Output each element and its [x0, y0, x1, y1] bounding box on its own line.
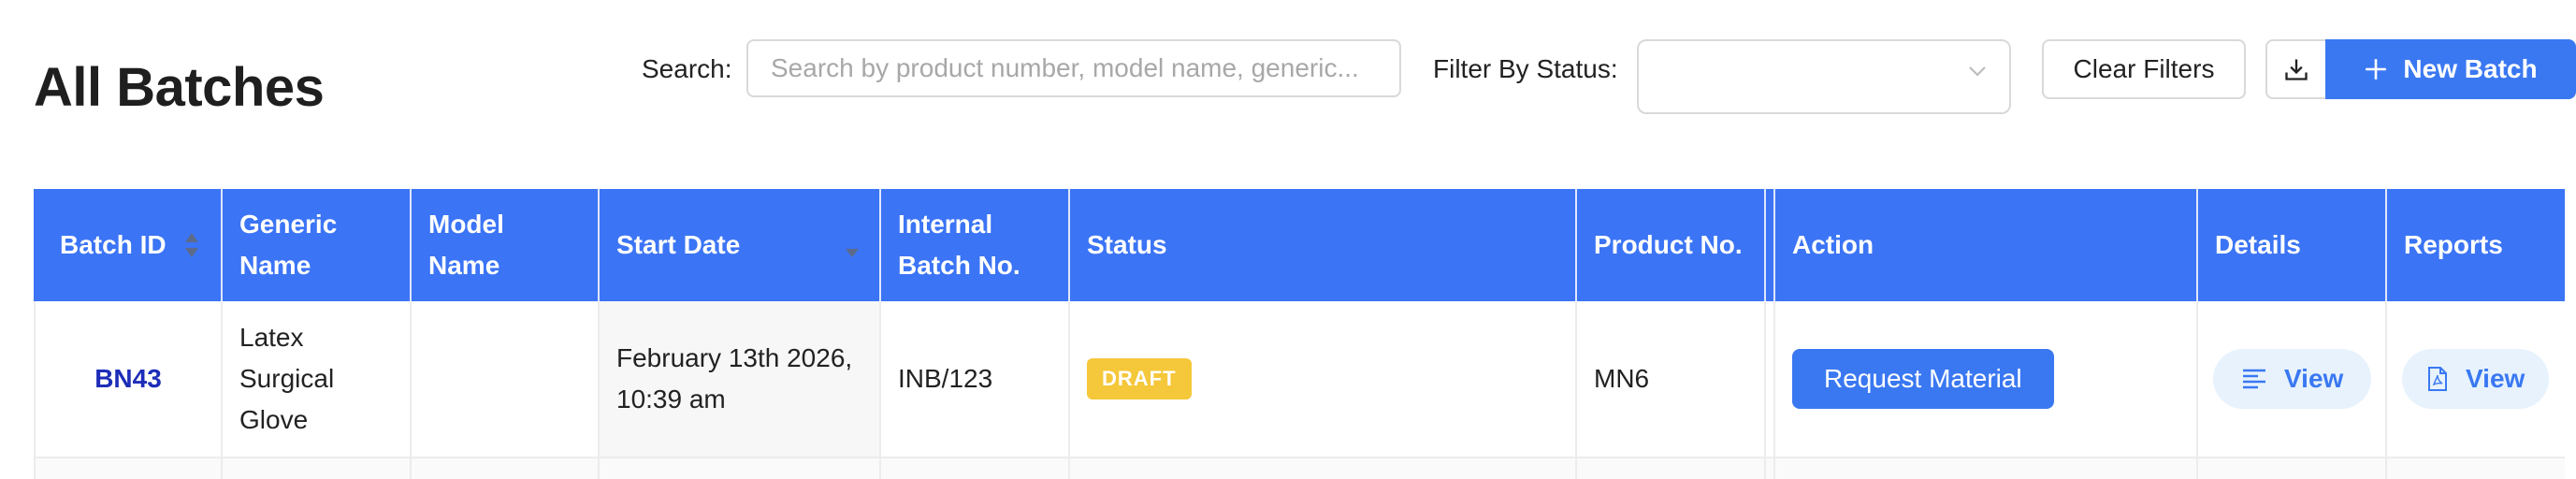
- new-batch-label: New Batch: [2403, 54, 2538, 83]
- chevron-down-icon: [1969, 66, 1986, 77]
- table-row-batch-id[interactable]: BN43: [34, 301, 223, 458]
- header-model-name[interactable]: Model Name: [412, 189, 600, 301]
- download-icon: [2285, 59, 2308, 80]
- header-product-no[interactable]: Product No.: [1577, 189, 1766, 301]
- table-row-partial: [1070, 458, 1577, 479]
- table-row-partial: [2198, 458, 2387, 479]
- header-status[interactable]: Status: [1070, 189, 1577, 301]
- new-batch-button[interactable]: New Batch: [2325, 39, 2576, 99]
- table-row-action: Request Material: [1775, 301, 2198, 458]
- clear-filters-button[interactable]: Clear Filters: [2042, 39, 2246, 99]
- header-start-date[interactable]: Start Date: [600, 189, 881, 301]
- table-row-start-date: February 13th 2026, 10:39 am: [600, 301, 881, 458]
- filter-status-label: Filter By Status:: [1433, 54, 1618, 83]
- table-row-partial: [34, 458, 223, 479]
- table-row-partial: [1766, 458, 1775, 479]
- table-row-reports: View: [2387, 301, 2565, 458]
- table-row-partial: [1775, 458, 2198, 479]
- plus-icon: [2366, 59, 2387, 80]
- batch-id-link[interactable]: BN43: [94, 358, 162, 399]
- table-row-partial: [223, 458, 412, 479]
- header-generic-name[interactable]: Generic Name: [223, 189, 412, 301]
- search-input[interactable]: [746, 39, 1401, 97]
- header-details[interactable]: Details: [2198, 189, 2387, 301]
- pdf-file-icon: [2428, 367, 2447, 391]
- table-row-spacer: [1766, 301, 1775, 458]
- page-title: All Batches: [34, 57, 325, 118]
- table-row-product-no: MN6: [1577, 301, 1766, 458]
- status-filter-select[interactable]: [1637, 39, 2011, 114]
- search-label: Search:: [642, 54, 732, 83]
- header-batch-id[interactable]: Batch ID: [34, 189, 223, 301]
- header-spacer: [1766, 189, 1775, 301]
- table-row-internal-batch: INB/123: [881, 301, 1070, 458]
- table-row-model-name: [412, 301, 600, 458]
- status-badge: DRAFT: [1087, 358, 1192, 399]
- download-button[interactable]: [2265, 39, 2325, 99]
- table-row-details: View: [2198, 301, 2387, 458]
- sort-icon: [184, 233, 198, 257]
- table-row-partial: [412, 458, 600, 479]
- table-row-partial: [881, 458, 1070, 479]
- header-internal-batch[interactable]: Internal Batch No.: [881, 189, 1070, 301]
- view-reports-button[interactable]: View: [2402, 349, 2550, 409]
- header-reports[interactable]: Reports: [2387, 189, 2565, 301]
- batches-table: Batch ID Generic Name Model Name Start D…: [34, 189, 2565, 479]
- table-row-partial: [600, 458, 881, 479]
- header-action[interactable]: Action: [1775, 189, 2198, 301]
- table-row-generic-name: Latex Surgical Glove: [223, 301, 412, 458]
- request-material-button[interactable]: Request Material: [1792, 349, 2054, 409]
- view-details-button[interactable]: View: [2213, 349, 2372, 409]
- table-row-status: DRAFT: [1070, 301, 1577, 458]
- align-left-icon: [2243, 369, 2265, 389]
- table-row-partial: [2387, 458, 2565, 479]
- sort-desc-icon: [846, 249, 859, 257]
- table-row-partial: [1577, 458, 1766, 479]
